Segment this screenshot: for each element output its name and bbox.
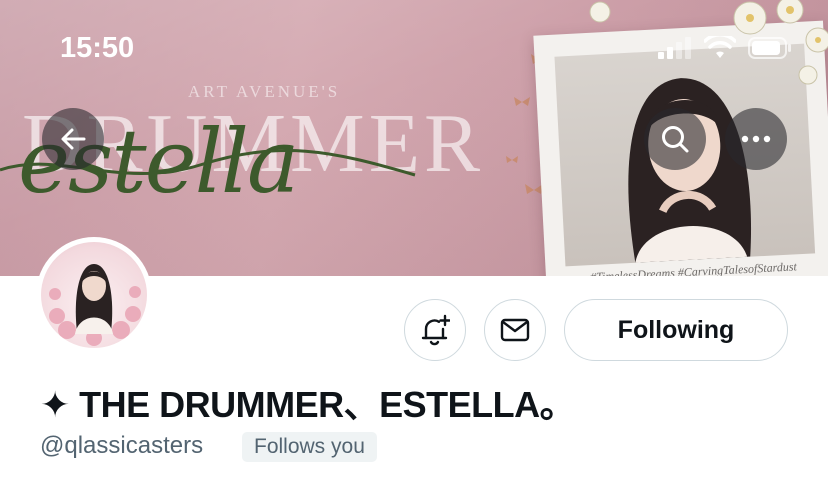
battery-icon [748, 37, 791, 59]
search-button[interactable] [644, 108, 706, 170]
profile-banner[interactable]: ART AVENUE'S DRUMMER estella #TimelessDr… [0, 0, 828, 276]
profile-avatar[interactable] [36, 237, 152, 353]
avatar-portrait-illustration [49, 264, 141, 346]
status-icons [658, 36, 792, 60]
message-button[interactable] [484, 299, 546, 361]
follows-you-badge: Follows you [242, 432, 377, 462]
display-name: ✦ THE DRUMMER、ESTELLA。 [40, 384, 576, 425]
cellular-signal-icon [658, 37, 691, 59]
user-handle: @qlassicasters [40, 432, 204, 459]
bell-plus-icon [421, 314, 450, 346]
flowers-decoration [589, 0, 828, 85]
more-horizontal-icon [741, 135, 771, 143]
following-button[interactable]: Following [564, 299, 788, 361]
search-icon [662, 126, 689, 153]
more-button[interactable] [725, 108, 787, 170]
envelope-icon [500, 318, 530, 342]
back-button[interactable] [42, 108, 104, 170]
wifi-icon [704, 36, 736, 58]
notifications-button[interactable] [404, 299, 466, 361]
arrow-left-icon [61, 128, 86, 150]
status-time: 15:50 [60, 32, 135, 64]
avatar-image [41, 242, 147, 348]
